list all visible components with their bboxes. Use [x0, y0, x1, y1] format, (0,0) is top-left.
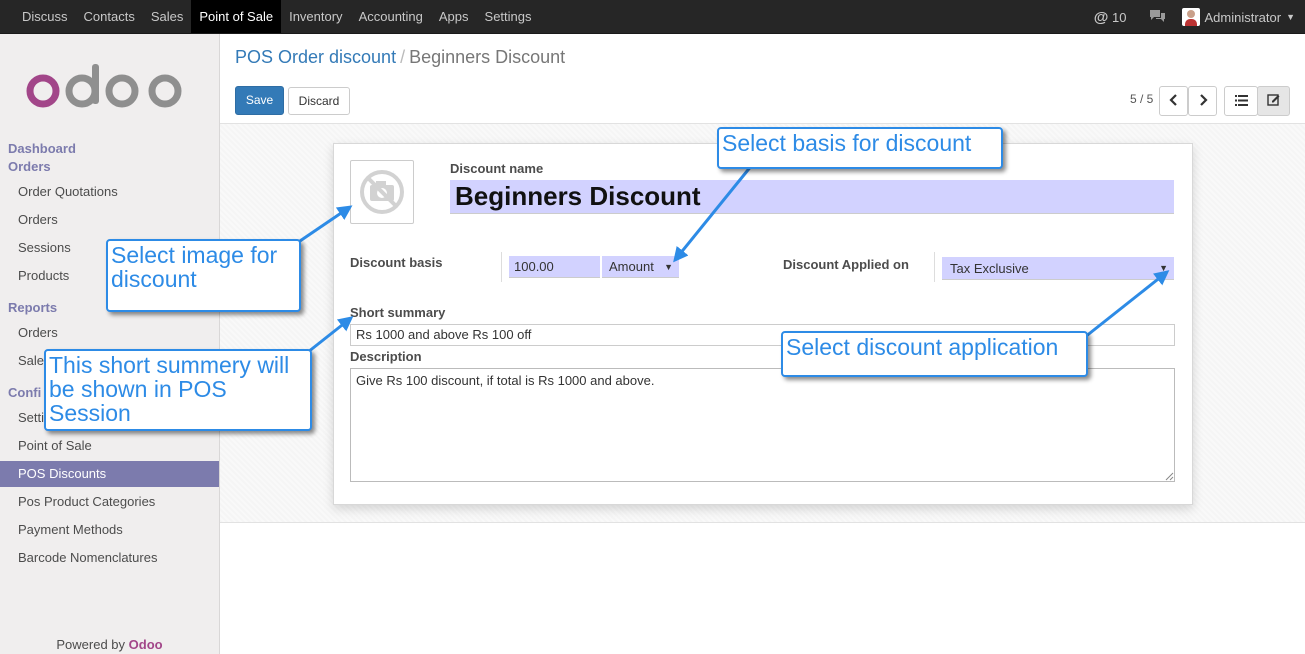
sidebar-item-point-of-sale[interactable]: Point of Sale [0, 433, 219, 459]
resize-handle-icon[interactable] [1164, 471, 1174, 481]
at-icon: @ [1093, 8, 1109, 26]
sidebar: Dashboard Orders Order Quotations Orders… [0, 34, 220, 654]
menu-settings[interactable]: Settings [477, 0, 540, 33]
sidebar-dashboard[interactable]: Dashboard [8, 141, 76, 156]
discount-name-input[interactable]: Beginners Discount [450, 180, 1174, 214]
discount-basis-label: Discount basis [350, 255, 443, 270]
sidebar-item-barcode-nomenclatures[interactable]: Barcode Nomenclatures [0, 545, 219, 571]
powered-prefix: Powered by [56, 637, 129, 652]
callout-select-application: Select discount application [781, 331, 1088, 377]
discount-image-field[interactable] [350, 160, 414, 224]
discount-applied-on-label: Discount Applied on [783, 257, 909, 272]
description-textarea[interactable]: Give Rs 100 discount, if total is Rs 100… [350, 368, 1175, 482]
discount-basis-type-value: Amount [609, 259, 654, 274]
menu-inventory[interactable]: Inventory [281, 0, 350, 33]
powered-link[interactable]: Odoo [129, 637, 163, 652]
description-label: Description [350, 349, 422, 364]
sidebar-item-pos-discounts[interactable]: POS Discounts [0, 461, 219, 487]
caret-down-icon[interactable]: ▼ [1286, 12, 1295, 22]
menu-sales[interactable]: Sales [143, 0, 192, 33]
top-navbar: Discuss Contacts Sales Point of Sale Inv… [0, 0, 1305, 34]
sidebar-item-payment-methods[interactable]: Payment Methods [0, 517, 219, 543]
list-view-button[interactable] [1224, 86, 1258, 116]
odoo-logo[interactable] [25, 64, 195, 114]
callout-select-basis: Select basis for discount [717, 127, 1003, 169]
app-menu: Discuss Contacts Sales Point of Sale Inv… [14, 0, 540, 34]
discount-name-label: Discount name [450, 161, 544, 176]
list-icon [1234, 95, 1248, 106]
divider [501, 252, 502, 282]
discount-applied-on-select[interactable]: Tax Exclusive ▼ [942, 257, 1174, 280]
pager-next-button[interactable] [1188, 86, 1217, 116]
menu-discuss[interactable]: Discuss [14, 0, 76, 33]
breadcrumb-parent[interactable]: POS Order discount [235, 47, 396, 67]
breadcrumb-current: Beginners Discount [409, 47, 566, 67]
sidebar-item-order-quotations[interactable]: Order Quotations [0, 179, 219, 205]
chat-icon[interactable] [1149, 9, 1166, 26]
discount-basis-type-select[interactable]: Amount ▼ [602, 256, 679, 278]
save-button[interactable]: Save [235, 86, 284, 115]
form-sheet: Discount name Beginners Discount Discoun… [333, 143, 1193, 505]
short-summary-label: Short summary [350, 305, 446, 320]
discard-button[interactable]: Discard [288, 87, 350, 115]
chevron-left-icon [1168, 94, 1177, 106]
discount-applied-on-value: Tax Exclusive [950, 261, 1029, 276]
menu-accounting[interactable]: Accounting [351, 0, 431, 33]
divider [934, 252, 935, 282]
sidebar-head-reports: Reports [8, 300, 58, 315]
menu-apps[interactable]: Apps [431, 0, 477, 33]
breadcrumb-separator: / [400, 47, 406, 67]
breadcrumb: POS Order discount / Beginners Discount [235, 47, 565, 68]
sidebar-item-pos-product-categories[interactable]: Pos Product Categories [0, 489, 219, 515]
avatar[interactable] [1181, 8, 1200, 26]
callout-select-image: Select image for discount [106, 239, 301, 312]
sidebar-item-orders[interactable]: Orders [0, 207, 219, 233]
callout-short-summary: This short summery will be shown in POS … [44, 349, 312, 431]
dropdown-arrow-icon: ▼ [1159, 263, 1168, 273]
dropdown-arrow-icon: ▼ [664, 262, 673, 272]
menu-contacts[interactable]: Contacts [76, 0, 143, 33]
user-menu[interactable]: Administrator [1205, 10, 1282, 25]
mentions-count: 10 [1112, 9, 1127, 25]
discount-basis-value-input[interactable]: 100.00 [509, 256, 600, 278]
camera-icon [360, 170, 404, 214]
menu-point-of-sale[interactable]: Point of Sale [191, 0, 282, 33]
mentions-button[interactable]: @ 10 [1094, 9, 1127, 26]
pager-value: 5 / 5 [1130, 92, 1154, 106]
sidebar-item-report-orders[interactable]: Orders [0, 320, 219, 346]
sidebar-head-orders: Orders [8, 159, 51, 174]
pager-previous-button[interactable] [1159, 86, 1188, 116]
form-view-button[interactable] [1257, 86, 1290, 116]
powered-by: Powered by Odoo [0, 637, 219, 652]
systray: @ 10 Administrator ▼ [1094, 0, 1295, 34]
edit-icon [1267, 94, 1280, 106]
sidebar-head-configuration: Confi [8, 385, 42, 400]
chevron-right-icon [1199, 94, 1208, 106]
